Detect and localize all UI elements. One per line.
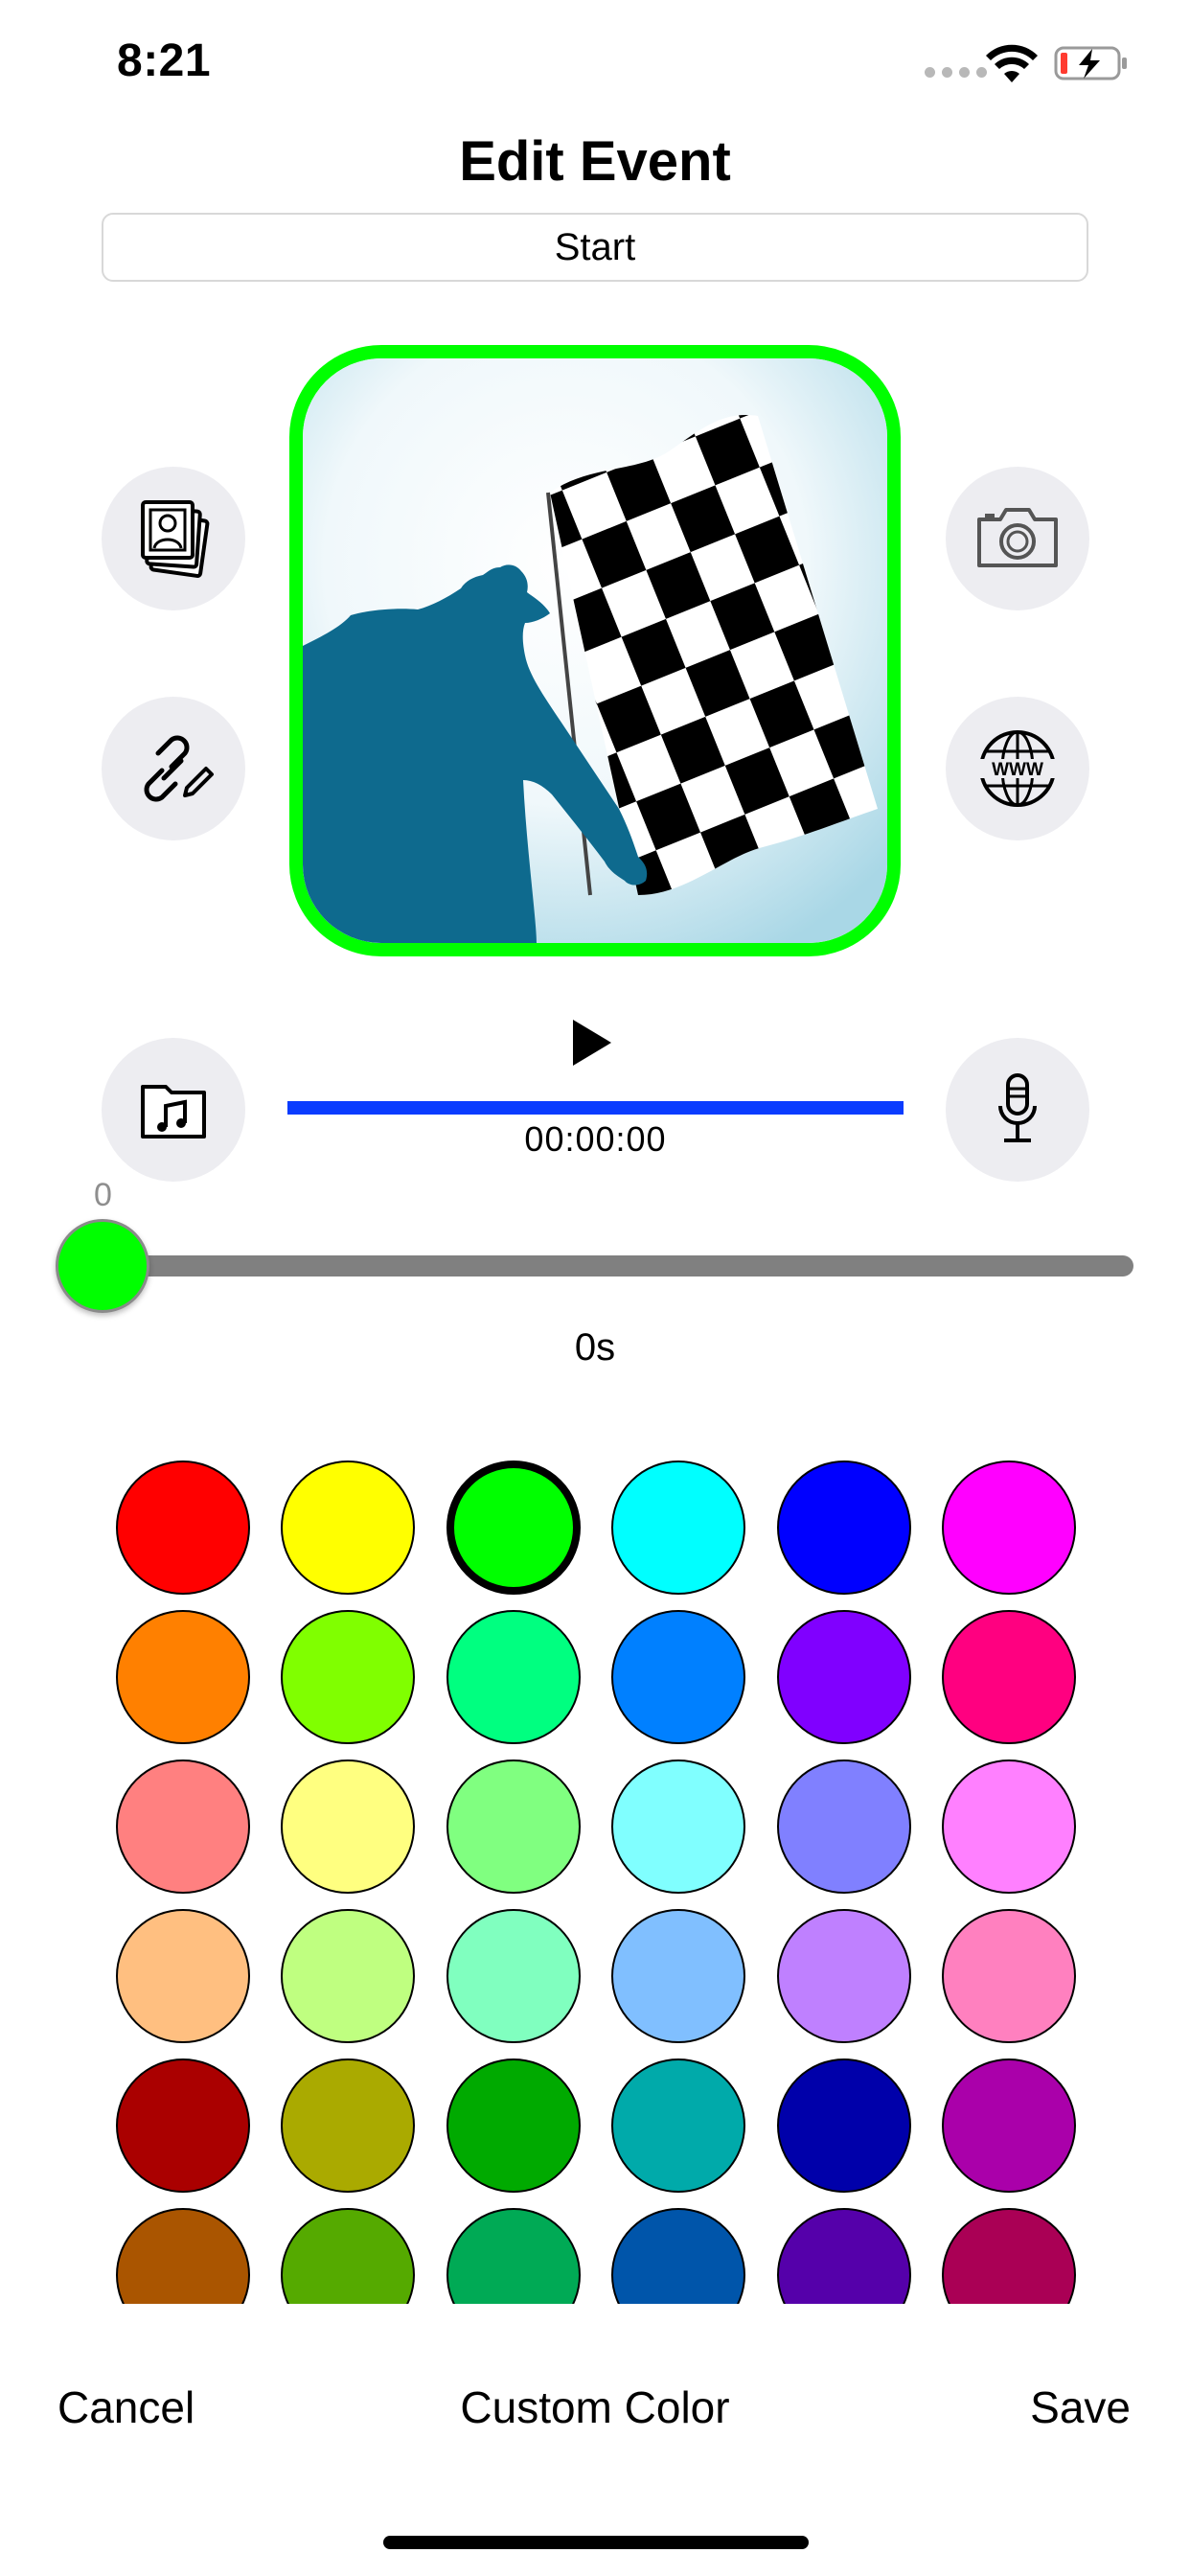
color-swatch[interactable] [116, 1760, 250, 1894]
music-folder-icon [141, 1085, 206, 1138]
cellular-signal-icon [925, 67, 987, 78]
color-swatch[interactable] [116, 1460, 250, 1595]
wifi-icon [986, 44, 1038, 82]
page-title: Edit Event [459, 130, 731, 193]
color-swatch[interactable] [116, 1610, 250, 1744]
record-audio-button[interactable] [946, 1038, 1089, 1182]
color-swatch[interactable] [942, 2058, 1076, 2193]
color-palette [0, 1438, 1190, 2304]
color-swatch[interactable] [942, 1610, 1076, 1744]
status-time: 8:21 [117, 35, 212, 86]
slider-min-label: 0 [94, 1177, 112, 1213]
color-swatch[interactable] [777, 1909, 911, 2043]
home-indicator [383, 2536, 809, 2549]
color-swatch[interactable] [446, 1460, 581, 1595]
audio-elapsed-time: 00:00:00 [524, 1119, 667, 1159]
edit-link-icon [144, 735, 214, 802]
color-swatch[interactable] [942, 1460, 1076, 1595]
color-swatch[interactable] [611, 1909, 745, 2043]
color-swatch[interactable] [446, 1610, 581, 1744]
color-swatch[interactable] [777, 2058, 911, 2193]
event-image[interactable] [289, 345, 901, 956]
color-swatch[interactable] [116, 1909, 250, 2043]
save-button[interactable]: Save [1030, 2381, 1131, 2433]
svg-text:WWW: WWW [992, 760, 1043, 780]
color-swatch[interactable] [942, 1760, 1076, 1894]
duration-value: 0s [574, 1326, 616, 1368]
edit-link-button[interactable] [102, 697, 245, 840]
color-swatch[interactable] [281, 1460, 415, 1595]
color-swatch[interactable] [942, 1909, 1076, 2043]
event-name-field[interactable]: Start [102, 213, 1088, 282]
color-swatch[interactable] [446, 2058, 581, 2193]
color-swatch[interactable] [116, 2208, 250, 2304]
color-swatch[interactable] [281, 1610, 415, 1744]
color-swatch[interactable] [281, 1909, 415, 2043]
color-swatch[interactable] [116, 2058, 250, 2193]
color-swatch[interactable] [777, 1760, 911, 1894]
audio-progress-bar[interactable] [287, 1101, 904, 1115]
color-swatch[interactable] [446, 1909, 581, 2043]
web-image-button[interactable]: WWW [946, 697, 1089, 840]
play-icon[interactable] [569, 1018, 613, 1068]
color-swatch[interactable] [777, 1460, 911, 1595]
color-swatch[interactable] [611, 1760, 745, 1894]
camera-icon [977, 508, 1058, 567]
color-swatch[interactable] [777, 2208, 911, 2304]
color-swatch[interactable] [446, 1760, 581, 1894]
duration-slider-track[interactable] [101, 1255, 1133, 1276]
photo-library-button[interactable] [102, 467, 245, 610]
color-swatch[interactable] [446, 2208, 581, 2304]
color-swatch[interactable] [281, 1760, 415, 1894]
custom-color-button[interactable]: Custom Color [0, 2381, 1190, 2433]
color-swatch[interactable] [611, 2208, 745, 2304]
color-swatch[interactable] [611, 1610, 745, 1744]
color-swatch[interactable] [777, 1610, 911, 1744]
duration-slider-thumb[interactable] [56, 1219, 149, 1313]
battery-charging-icon [1054, 46, 1127, 80]
color-swatch[interactable] [942, 2208, 1076, 2304]
music-file-button[interactable] [102, 1038, 245, 1182]
color-swatch[interactable] [611, 1460, 745, 1595]
photo-library-icon [141, 500, 210, 578]
www-globe-icon: WWW [975, 730, 1060, 807]
color-swatch[interactable] [281, 2058, 415, 2193]
color-swatch[interactable] [281, 2208, 415, 2304]
checkered-flag-image [303, 358, 887, 943]
microphone-icon [998, 1073, 1037, 1142]
camera-button[interactable] [946, 467, 1089, 610]
color-swatch[interactable] [611, 2058, 745, 2193]
